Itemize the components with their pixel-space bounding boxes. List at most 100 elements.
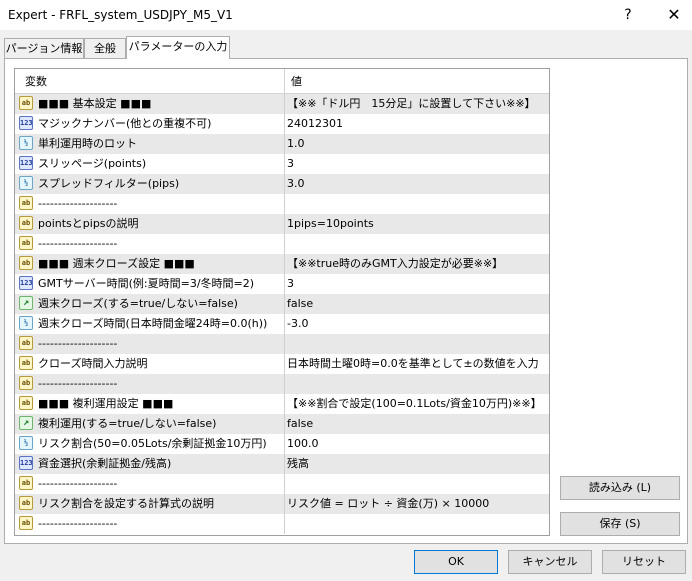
parameter-row[interactable]: 123 マジックナンバー(他との重複不可) 24012301 [15, 114, 549, 134]
parameter-value[interactable]: 1.0 [287, 134, 305, 154]
parameter-value[interactable]: 24012301 [287, 114, 343, 134]
parameter-row[interactable]: ab pointsとpipsの説明 1pips=10points [15, 214, 549, 234]
parameter-name: リスク割合を設定する計算式の説明 [38, 497, 214, 510]
tab-version-info[interactable]: パージョン情報 [4, 38, 84, 58]
parameter-value[interactable]: 3 [287, 274, 294, 294]
cell-divider [284, 334, 285, 354]
double-type-icon: ½ [19, 436, 33, 450]
parameter-name: -------------------- [38, 237, 118, 250]
tab-general[interactable]: 全般 [84, 38, 126, 58]
parameter-name: 週末クローズ時間(日本時間金曜24時=0.0(h)) [38, 317, 268, 330]
parameter-row[interactable]: ½ スプレッドフィルター(pips) 3.0 [15, 174, 549, 194]
cell-divider [284, 194, 285, 214]
integer-type-icon: 123 [19, 156, 33, 170]
window-title: Expert - FRFL_system_USDJPY_M5_V1 [8, 8, 233, 22]
parameter-row[interactable]: ab -------------------- [15, 194, 549, 214]
parameter-name: -------------------- [38, 377, 118, 390]
parameter-name: ■■■ 複利運用設定 ■■■ [38, 397, 174, 410]
parameter-row[interactable]: ab -------------------- [15, 234, 549, 254]
parameter-value[interactable]: リスク値 = ロット ÷ 資金(万) × 10000 [287, 494, 489, 514]
cell-divider [284, 514, 285, 534]
parameter-row[interactable]: ab -------------------- [15, 374, 549, 394]
parameter-row[interactable]: ½ リスク割合(50=0.05Lots/余剰証拠金10万円) 100.0 [15, 434, 549, 454]
parameter-row[interactable]: ↗ 複利運用(する=true/しない=false) false [15, 414, 549, 434]
reset-button[interactable]: リセット [602, 550, 686, 574]
parameter-row[interactable]: ab -------------------- [15, 474, 549, 494]
parameter-name: ■■■ 週末クローズ設定 ■■■ [38, 257, 195, 270]
parameter-row[interactable]: 123 資金選択(余剰証拠金/残高) 残高 [15, 454, 549, 474]
parameter-name: 資金選択(余剰証拠金/残高) [38, 457, 172, 470]
load-button[interactable]: 読み込み (L) [560, 476, 680, 500]
parameter-value[interactable]: 【※※true時のみGMT入力設定が必要※※】 [287, 254, 503, 274]
tab-parameters[interactable]: パラメーターの入力 [126, 36, 230, 59]
parameter-value[interactable]: 【※※割合で設定(100=0.1Lots/資金10万円)※※】 [287, 394, 542, 414]
save-button[interactable]: 保存 (S) [560, 512, 680, 536]
cell-divider [284, 94, 285, 114]
parameter-name: スリッページ(points) [38, 157, 147, 170]
parameter-name: 単利運用時のロット [38, 137, 137, 150]
parameter-value[interactable]: 3.0 [287, 174, 305, 194]
parameter-value[interactable]: 残高 [287, 454, 309, 474]
cell-divider [284, 454, 285, 474]
string-type-icon: ab [19, 96, 33, 110]
cell-divider [284, 354, 285, 374]
parameter-name: -------------------- [38, 517, 118, 530]
cell-divider [284, 474, 285, 494]
string-type-icon: ab [19, 476, 33, 490]
column-header-value[interactable]: 値 [291, 69, 302, 93]
string-type-icon: ab [19, 396, 33, 410]
cell-divider [284, 214, 285, 234]
cell-divider [284, 294, 285, 314]
cancel-button[interactable]: キャンセル [508, 550, 592, 574]
string-type-icon: ab [19, 236, 33, 250]
grid-header: 変数 値 [15, 69, 549, 94]
parameter-name: スプレッドフィルター(pips) [38, 177, 180, 190]
string-type-icon: ab [19, 216, 33, 230]
cell-divider [284, 254, 285, 274]
cell-divider [284, 314, 285, 334]
parameter-row[interactable]: ab クローズ時間入力説明 日本時間土曜0時=0.0を基準として±の数値を入力 [15, 354, 549, 374]
parameter-row[interactable]: ½ 単利運用時のロット 1.0 [15, 134, 549, 154]
parameter-row[interactable]: ab ■■■ 週末クローズ設定 ■■■ 【※※true時のみGMT入力設定が必要※※… [15, 254, 549, 274]
cell-divider [284, 494, 285, 514]
parameter-value[interactable]: false [287, 294, 313, 314]
parameter-row[interactable]: ab -------------------- [15, 334, 549, 354]
column-header-variable[interactable]: 変数 [25, 69, 47, 93]
string-type-icon: ab [19, 356, 33, 370]
parameter-row[interactable]: ↗ 週末クローズ(する=true/しない=false) false [15, 294, 549, 314]
parameter-value[interactable]: 【※※「ドル円 15分足」に設置して下さい※※】 [287, 94, 536, 114]
help-button[interactable]: ? [614, 4, 642, 26]
integer-type-icon: 123 [19, 456, 33, 470]
parameter-row[interactable]: ab ■■■ 複利運用設定 ■■■ 【※※割合で設定(100=0.1Lots/資金1… [15, 394, 549, 414]
double-type-icon: ½ [19, 316, 33, 330]
parameter-name: GMTサーバー時間(例:夏時間=3/冬時間=2) [38, 277, 255, 290]
string-type-icon: ab [19, 376, 33, 390]
boolean-type-icon: ↗ [19, 296, 33, 310]
cell-divider [284, 174, 285, 194]
cell-divider [284, 394, 285, 414]
parameter-row[interactable]: 123 GMTサーバー時間(例:夏時間=3/冬時間=2) 3 [15, 274, 549, 294]
parameter-row[interactable]: 123 スリッページ(points) 3 [15, 154, 549, 174]
parameter-value[interactable]: 1pips=10points [287, 214, 374, 234]
parameter-name: ■■■ 基本設定 ■■■ [38, 97, 152, 110]
parameter-row[interactable]: ½ 週末クローズ時間(日本時間金曜24時=0.0(h)) -3.0 [15, 314, 549, 334]
cell-divider [284, 134, 285, 154]
parameter-row[interactable]: ab リスク割合を設定する計算式の説明 リスク値 = ロット ÷ 資金(万) × 1… [15, 494, 549, 514]
double-type-icon: ½ [19, 136, 33, 150]
close-button[interactable]: ✕ [660, 4, 688, 26]
parameter-row[interactable]: ab ■■■ 基本設定 ■■■ 【※※「ドル円 15分足」に設置して下さい※※】 [15, 94, 549, 114]
parameter-value[interactable]: -3.0 [287, 314, 308, 334]
integer-type-icon: 123 [19, 116, 33, 130]
parameter-value[interactable]: false [287, 414, 313, 434]
parameter-value[interactable]: 日本時間土曜0時=0.0を基準として±の数値を入力 [287, 354, 539, 374]
parameter-name: 複利運用(する=true/しない=false) [38, 417, 217, 430]
title-bar: Expert - FRFL_system_USDJPY_M5_V1 ? ✕ [0, 0, 692, 30]
boolean-type-icon: ↗ [19, 416, 33, 430]
double-type-icon: ½ [19, 176, 33, 190]
string-type-icon: ab [19, 196, 33, 210]
ok-button[interactable]: OK [414, 550, 498, 574]
parameter-value[interactable]: 3 [287, 154, 294, 174]
column-divider[interactable] [284, 69, 285, 93]
parameter-row[interactable]: ab -------------------- [15, 514, 549, 534]
parameter-value[interactable]: 100.0 [287, 434, 319, 454]
